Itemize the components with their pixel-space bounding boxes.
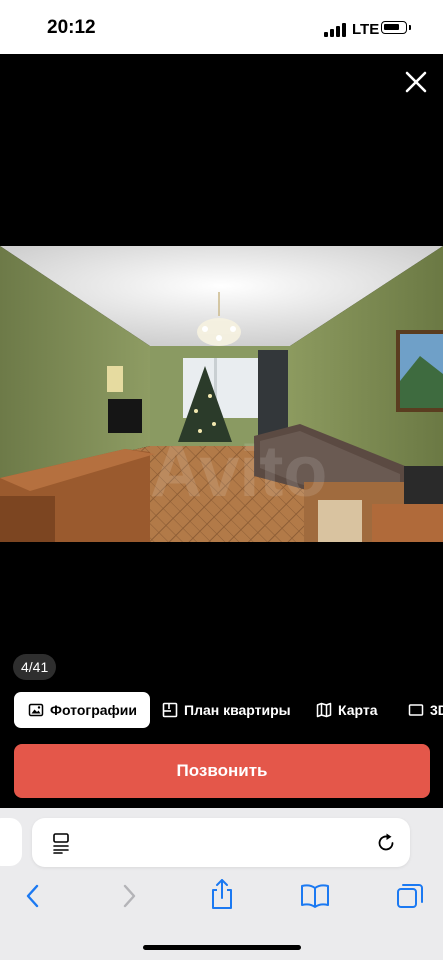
map-icon — [316, 702, 332, 718]
tab-photos[interactable]: Фотографии — [14, 692, 151, 728]
avito-watermark: Avito — [150, 432, 327, 512]
tab-3d-label: 3D — [430, 702, 443, 718]
forward-icon[interactable] — [118, 882, 140, 910]
status-bar: 20:12 LTE — [0, 0, 443, 54]
status-time: 20:12 — [47, 17, 96, 38]
image-icon — [28, 703, 44, 717]
address-bar[interactable] — [32, 818, 410, 867]
back-icon[interactable] — [22, 882, 44, 910]
gallery-tabs: Фотографии План квартиры Карта 3D — [0, 692, 443, 728]
home-indicator[interactable] — [143, 945, 301, 950]
reload-icon[interactable] — [375, 832, 397, 854]
floorplan-icon — [162, 702, 178, 718]
share-icon[interactable] — [208, 878, 236, 910]
tab-3d[interactable]: 3D — [408, 692, 443, 728]
browser-toolbar — [0, 808, 443, 960]
tab-floor-plan[interactable]: План квартиры — [162, 692, 291, 728]
page-menu-icon[interactable] — [52, 832, 70, 854]
close-icon[interactable] — [402, 68, 430, 96]
previous-tab-address-bar[interactable] — [0, 818, 22, 866]
tab-floor-plan-label: План квартиры — [184, 702, 291, 718]
battery-icon — [381, 21, 411, 34]
bookmarks-icon[interactable] — [300, 883, 330, 909]
tabs-icon[interactable] — [396, 882, 424, 910]
call-button[interactable]: Позвонить — [14, 744, 430, 798]
3d-icon — [408, 704, 424, 716]
photo-counter: 4/41 — [13, 654, 57, 680]
apartment-photo[interactable]: Avito — [0, 246, 443, 542]
tab-photos-label: Фотографии — [50, 702, 138, 718]
network-type: LTE — [352, 21, 380, 38]
tab-map[interactable]: Карта — [316, 692, 378, 728]
signal-icon — [324, 23, 346, 37]
tab-map-label: Карта — [338, 702, 378, 718]
